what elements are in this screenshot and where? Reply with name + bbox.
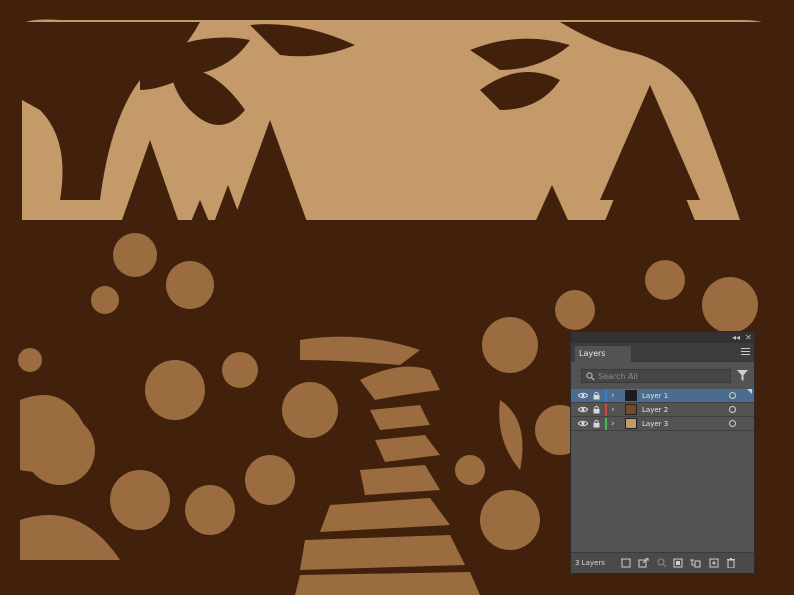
layer-name[interactable]: Layer 1 [642,389,668,403]
target-circle-icon[interactable] [729,392,736,399]
layer-color-swatch [605,418,607,430]
layers-panel[interactable]: ◂◂ ✕ Layers › Layer 1 › Layer 2 › Layer 3 3 L… [570,331,755,574]
delete-icon[interactable] [726,558,736,568]
create-new-layer-icon[interactable] [709,558,719,568]
visibility-eye-icon[interactable] [578,392,588,399]
layer-color-swatch [605,404,607,416]
layer-color-swatch [605,390,607,402]
layer-row[interactable]: › Layer 1 [571,389,754,403]
make-clipping-mask-icon[interactable] [673,558,683,568]
target-circle-icon[interactable] [729,420,736,427]
tab-layers[interactable]: Layers [575,346,631,362]
visibility-eye-icon[interactable] [578,406,588,413]
collect-for-export-icon[interactable] [621,558,632,568]
layer-row[interactable]: › Layer 2 [571,403,754,417]
layer-name[interactable]: Layer 3 [642,417,668,431]
expand-chevron-icon[interactable]: › [611,389,615,403]
panel-tab-row: Layers [571,343,754,362]
search-input[interactable] [598,370,726,382]
selection-indicator-icon [747,389,752,394]
visibility-eye-icon[interactable] [578,420,588,427]
create-sublayer-icon[interactable] [690,558,701,568]
layer-thumbnail [625,404,637,415]
lock-icon[interactable] [593,405,600,414]
layer-row[interactable]: › Layer 3 [571,417,754,431]
export-icon[interactable] [638,558,649,568]
hamburger-menu-icon[interactable] [741,348,750,356]
lock-icon[interactable] [593,419,600,428]
locate-object-icon[interactable] [657,558,667,568]
panel-titlebar[interactable]: ◂◂ ✕ [571,332,754,343]
filter-icon[interactable] [737,370,748,381]
target-circle-icon[interactable] [729,406,736,413]
expand-chevron-icon[interactable]: › [611,403,615,417]
lock-icon[interactable] [593,391,600,400]
close-panel-button[interactable]: ✕ [745,332,752,343]
layer-count: 3 Layers [575,559,605,567]
layer-thumbnail [625,418,637,429]
search-box[interactable] [581,369,731,383]
search-icon [586,372,595,381]
expand-chevron-icon[interactable]: › [611,417,615,431]
collapse-panel-button[interactable]: ◂◂ [732,332,740,343]
layers-list: › Layer 1 › Layer 2 › Layer 3 [571,389,754,431]
layer-thumbnail [625,390,637,401]
layer-name[interactable]: Layer 2 [642,403,668,417]
panel-footer: 3 Layers [571,552,754,573]
